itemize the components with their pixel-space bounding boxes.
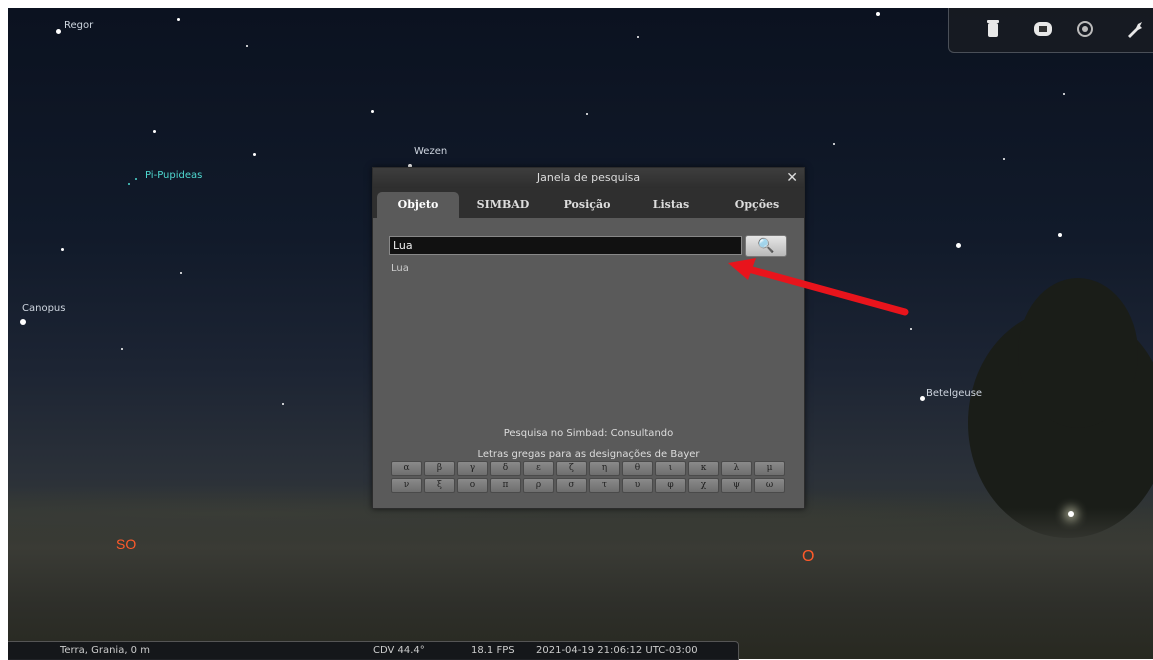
star [246, 45, 248, 47]
status-location[interactable]: Terra, Grania, 0 m [60, 645, 150, 656]
star [371, 110, 374, 113]
greek-letter-button[interactable]: ν [391, 478, 422, 493]
search-dialog: Janela de pesquisa ✕ Objeto SIMBAD Posiç… [372, 167, 805, 509]
tab-objeto[interactable]: Objeto [377, 192, 459, 218]
greek-letter-button[interactable]: λ [721, 461, 752, 476]
greek-letter-button[interactable]: ξ [424, 478, 455, 493]
screenshot-icon[interactable] [1033, 20, 1053, 40]
star [1058, 233, 1062, 237]
greek-letter-button[interactable]: μ [754, 461, 785, 476]
star [1003, 158, 1005, 160]
status-fps: 18.1 FPS [471, 645, 515, 656]
star [56, 29, 61, 34]
greek-letter-button[interactable]: ε [523, 461, 554, 476]
greek-letter-button[interactable]: ω [754, 478, 785, 493]
star [153, 130, 156, 133]
greek-letter-button[interactable]: π [490, 478, 521, 493]
greek-letters-title: Letras gregas para as designações de Bay… [477, 449, 700, 460]
dialog-title: Janela de pesquisa [536, 171, 641, 184]
cardinal-west: O [802, 548, 815, 565]
cardinal-southwest: SO [116, 536, 137, 552]
greek-letter-button[interactable]: α [391, 461, 422, 476]
star [1063, 93, 1065, 95]
simbad-status: Pesquisa no Simbad: Consultando [503, 428, 674, 439]
wrench-icon[interactable] [1125, 20, 1145, 40]
search-icon: 🔍 [757, 238, 775, 254]
greek-letter-button[interactable]: κ [688, 461, 719, 476]
close-icon[interactable]: ✕ [786, 168, 798, 188]
greek-letter-button[interactable]: ρ [523, 478, 554, 493]
star [586, 113, 588, 115]
star [637, 36, 639, 38]
star [20, 319, 26, 325]
star [61, 248, 64, 251]
settings-icon[interactable] [1075, 20, 1095, 40]
status-fov: CDV 44.4° [373, 645, 425, 656]
greek-letter-button[interactable]: η [589, 461, 620, 476]
star-label-canopus[interactable]: Canopus [22, 303, 65, 314]
star-label-pi-pupideas[interactable]: Pi-Pupideas [145, 170, 202, 181]
greek-letter-button[interactable]: υ [622, 478, 653, 493]
search-button[interactable]: 🔍 [745, 235, 787, 257]
star [910, 328, 912, 330]
star [833, 143, 835, 145]
greek-letter-button[interactable]: ζ [556, 461, 587, 476]
star [128, 183, 130, 185]
trash-icon[interactable] [983, 20, 1003, 40]
tab-bar: Objeto SIMBAD Posição Listas Opções [373, 188, 804, 218]
star [135, 178, 137, 180]
star [253, 153, 256, 156]
dialog-title-bar[interactable]: Janela de pesquisa ✕ [373, 168, 804, 188]
greek-letter-button[interactable]: θ [622, 461, 653, 476]
greek-letter-button[interactable]: β [424, 461, 455, 476]
light-source [1068, 511, 1074, 517]
star [956, 243, 961, 248]
tab-opcoes[interactable]: Opções [715, 192, 799, 218]
status-datetime[interactable]: 2021-04-19 21:06:12 UTC-03:00 [536, 645, 698, 656]
greek-letter-button[interactable]: χ [688, 478, 719, 493]
star [282, 403, 284, 405]
star [121, 348, 123, 350]
greek-letter-button[interactable]: ι [655, 461, 686, 476]
tab-posicao[interactable]: Posição [545, 192, 629, 218]
star-label-betelgeuse[interactable]: Betelgeuse [926, 388, 982, 399]
greek-letter-button[interactable]: ψ [721, 478, 752, 493]
ground [8, 508, 1153, 659]
tab-listas[interactable]: Listas [631, 192, 711, 218]
star [180, 272, 182, 274]
top-right-toolbar [948, 8, 1153, 53]
result-list-item[interactable]: Lua [391, 263, 409, 274]
greek-letter-button[interactable]: δ [490, 461, 521, 476]
star [920, 396, 925, 401]
greek-letter-button[interactable]: ο [457, 478, 488, 493]
tree [1018, 278, 1138, 428]
tab-simbad[interactable]: SIMBAD [463, 192, 543, 218]
search-input[interactable] [389, 236, 742, 255]
greek-letter-button[interactable]: γ [457, 461, 488, 476]
star-label-wezen[interactable]: Wezen [414, 146, 447, 157]
greek-letter-button[interactable]: φ [655, 478, 686, 493]
greek-letter-button[interactable]: τ [589, 478, 620, 493]
status-bar: Terra, Grania, 0 m CDV 44.4° 18.1 FPS 20… [8, 641, 739, 660]
greek-letter-button[interactable]: σ [556, 478, 587, 493]
star-label-regor[interactable]: Regor [64, 20, 93, 31]
star [876, 12, 880, 16]
star [177, 18, 180, 21]
